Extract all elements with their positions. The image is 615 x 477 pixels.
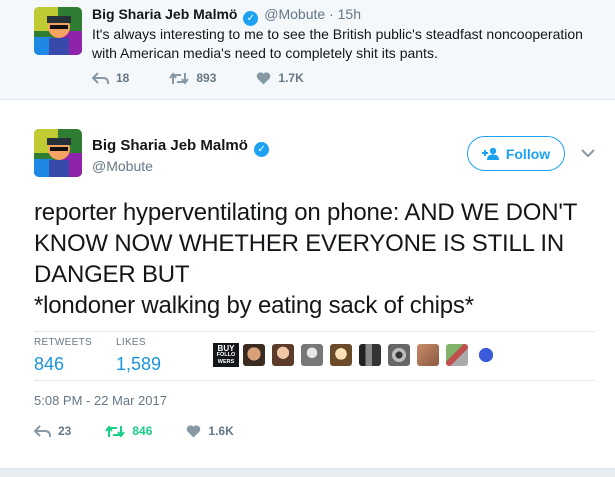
avatar[interactable] <box>330 344 352 366</box>
avatar[interactable] <box>475 344 497 366</box>
reply-count: 23 <box>58 424 72 438</box>
follow-label: Follow <box>505 145 551 162</box>
user-handle[interactable]: @Mobute <box>92 158 153 174</box>
avatar[interactable] <box>243 344 265 366</box>
liker-avatars: BUY FOLLO WERS <box>213 343 504 367</box>
avatar[interactable] <box>301 344 323 366</box>
display-name[interactable]: Big Sharia Jeb Malmö <box>92 137 248 154</box>
heart-icon <box>257 71 271 84</box>
avatar[interactable] <box>34 7 82 55</box>
tweet-text: It's always interesting to me to see the… <box>92 26 583 61</box>
likes-value: 1,589 <box>116 354 162 374</box>
like-button[interactable]: 1.6K <box>186 424 234 438</box>
retweet-button[interactable]: 846 <box>105 424 152 438</box>
tweet-text-line-2: *londoner walking by eating sack of chip… <box>34 292 474 319</box>
heart-icon <box>187 424 201 437</box>
likes-label: LIKES <box>116 337 146 348</box>
retweets-stat[interactable]: RETWEETS 846 <box>34 337 92 375</box>
divider <box>0 468 615 477</box>
retweet-count: 893 <box>196 71 217 85</box>
verified-badge-icon: ✓ <box>243 11 259 26</box>
chevron-down-icon[interactable] <box>580 146 596 160</box>
tweet-actions: 23 846 1.6K <box>34 424 268 438</box>
reply-count: 18 <box>116 71 130 85</box>
avatar[interactable] <box>417 344 439 366</box>
reply-icon <box>34 424 51 437</box>
separator: · <box>329 6 334 22</box>
follow-button[interactable]: Follow <box>467 136 565 171</box>
likes-stat[interactable]: LIKES 1,589 <box>116 337 161 375</box>
retweet-button[interactable]: 893 <box>169 71 216 85</box>
tweet-timestamp[interactable]: 5:08 PM - 22 Mar 2017 <box>34 393 167 408</box>
like-button[interactable]: 1.7K <box>256 71 304 85</box>
user-handle[interactable]: @Mobute <box>264 6 325 22</box>
reply-icon <box>92 71 109 84</box>
tweet-header: Big Sharia Jeb Malmö ✓ @Mobute · 15h <box>92 6 361 26</box>
like-count: 1.7K <box>278 71 304 85</box>
avatar[interactable] <box>446 344 468 366</box>
display-name-row: Big Sharia Jeb Malmö ✓ <box>92 137 271 157</box>
tweet-time[interactable]: 15h <box>338 6 361 22</box>
tweet-text: reporter hyperventilating on phone: AND … <box>34 197 604 321</box>
avatar[interactable]: BUY FOLLO WERS <box>213 343 239 367</box>
display-name[interactable]: Big Sharia Jeb Malmö <box>92 6 237 22</box>
verified-badge-icon: ✓ <box>254 142 270 157</box>
like-count: 1.6K <box>208 424 234 438</box>
retweets-label: RETWEETS <box>34 337 92 348</box>
divider <box>34 331 595 332</box>
retweet-count: 846 <box>132 424 153 438</box>
parent-tweet[interactable]: Big Sharia Jeb Malmö ✓ @Mobute · 15h It'… <box>0 0 615 100</box>
avatar[interactable] <box>388 344 410 366</box>
reply-button[interactable]: 23 <box>34 424 71 438</box>
retweets-value: 846 <box>34 354 65 374</box>
reply-button[interactable]: 18 <box>92 71 129 85</box>
add-user-icon <box>481 147 499 160</box>
tweet-actions: 18 893 1.7K <box>92 71 344 85</box>
retweet-icon <box>105 424 126 438</box>
retweet-icon <box>169 71 190 85</box>
avatar[interactable] <box>34 129 82 177</box>
avatar[interactable] <box>359 344 381 366</box>
avatar[interactable] <box>272 344 294 366</box>
divider <box>34 380 595 381</box>
tweet-text-line-1: reporter hyperventilating on phone: AND … <box>34 199 577 288</box>
